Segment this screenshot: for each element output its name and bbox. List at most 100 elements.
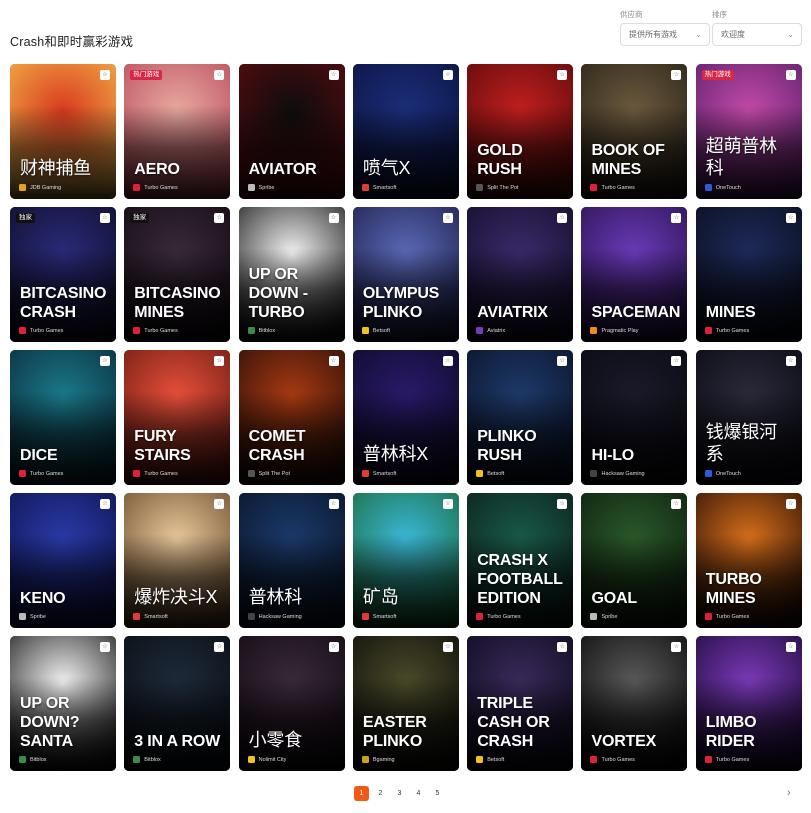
game-card[interactable]: ☆ FURY STAIRS Turbo Games (124, 350, 231, 485)
favorite-icon[interactable]: ☆ (671, 70, 682, 80)
game-card[interactable]: ☆ UP OR DOWN? SANTA Bitblox (10, 636, 116, 771)
bitblox-icon (247, 327, 255, 334)
game-card[interactable]: ☆ 矿岛 Smartsoft (352, 493, 459, 628)
provider-name: Betsoft (487, 470, 505, 477)
game-card[interactable]: ☆ TRIPLE CASH OR CRASH Betsoft (467, 636, 574, 771)
favorite-icon[interactable]: ☆ (671, 213, 682, 223)
favorite-icon[interactable]: ☆ (557, 499, 568, 509)
favorite-icon[interactable]: ☆ (214, 70, 225, 80)
favorite-icon[interactable]: ☆ (214, 642, 225, 652)
favorite-icon[interactable]: ☆ (328, 70, 339, 80)
smartsoft-icon (361, 613, 369, 620)
favorite-icon[interactable]: ☆ (442, 213, 453, 223)
game-card[interactable]: ☆ SPACEMAN Pragmatic Play (581, 207, 688, 342)
provider-name: Turbo Games (715, 327, 750, 334)
favorite-icon[interactable]: ☆ (785, 499, 796, 509)
page-button[interactable]: 3 (392, 786, 407, 801)
game-card[interactable]: ☆ EASTER PLINKO Bgaming (352, 636, 459, 771)
game-card[interactable]: ☆ DICE Turbo Games (10, 350, 116, 485)
game-card[interactable]: 独家 ☆ BITCASINO CRASH Turbo Games (10, 207, 116, 342)
game-card[interactable]: ☆ CRASH X FOOTBALL EDITION Turbo Games (467, 493, 574, 628)
game-card[interactable]: ☆ MINES Turbo Games (695, 207, 802, 342)
game-card[interactable]: ☆ 钱爆银河系 OneTouch (695, 350, 802, 485)
favorite-icon[interactable]: ☆ (671, 356, 682, 366)
game-badge: 独家 (130, 213, 150, 223)
game-card[interactable]: ☆ UP OR DOWN - TURBO Bitblox (238, 207, 345, 342)
favorite-icon[interactable]: ☆ (785, 70, 796, 80)
game-card[interactable]: ☆ GOAL Spribe (581, 493, 688, 628)
provider-name: Turbo Games (144, 327, 178, 334)
game-card[interactable]: ☆ BOOK OF MINES Turbo Games (581, 64, 688, 199)
favorite-icon[interactable]: ☆ (328, 213, 339, 223)
favorite-icon[interactable]: ☆ (442, 499, 453, 509)
game-provider: Split The Pot (476, 184, 519, 191)
favorite-icon[interactable]: ☆ (785, 642, 796, 652)
game-badge: 独家 (16, 213, 35, 223)
turbo-games-icon (133, 327, 141, 334)
game-card[interactable]: ☆ KENO Spribe (10, 493, 116, 628)
game-card[interactable]: ☆ 小零食 Nolimit City (238, 636, 345, 771)
game-title: EASTER PLINKO (362, 714, 427, 750)
page-button[interactable]: 4 (411, 786, 426, 801)
game-card[interactable]: ☆ AVIATOR Spribe (238, 64, 345, 199)
favorite-icon[interactable]: ☆ (328, 499, 339, 509)
provider-name: OneTouch (715, 470, 741, 477)
favorite-icon[interactable]: ☆ (671, 642, 682, 652)
favorite-icon[interactable]: ☆ (442, 70, 453, 80)
provider-name: Spribe (601, 613, 618, 620)
page-button[interactable]: 5 (430, 786, 445, 801)
game-provider: Betsoft (476, 756, 504, 763)
favorite-icon[interactable]: ☆ (328, 356, 339, 366)
game-card[interactable]: ☆ 喷气X Smartsoft (352, 64, 459, 199)
page-button[interactable]: 1 (354, 786, 369, 801)
game-card[interactable]: ☆ AVIATRIX Aviatrix (467, 207, 574, 342)
jdb-icon (19, 184, 26, 191)
page-button[interactable]: 2 (373, 786, 388, 801)
favorite-icon[interactable]: ☆ (557, 642, 568, 652)
game-card[interactable]: ☆ 财神捕鱼 JDB Gaming (10, 64, 116, 199)
game-provider: Hacksaw Gaming (247, 613, 302, 620)
game-card[interactable]: 热门游戏 ☆ AERO Turbo Games (124, 64, 231, 199)
provider-name: Turbo Games (715, 756, 750, 763)
provider-filter-select[interactable]: 提供所有游戏 ⌄ (620, 23, 710, 46)
favorite-icon[interactable]: ☆ (671, 499, 682, 509)
favorite-icon[interactable]: ☆ (785, 213, 796, 223)
game-card[interactable]: ☆ OLYMPUS PLINKO Betsoft (352, 207, 459, 342)
game-card[interactable]: ☆ VORTEX Turbo Games (581, 636, 688, 771)
favorite-icon[interactable]: ☆ (557, 213, 568, 223)
favorite-icon[interactable]: ☆ (100, 499, 110, 509)
favorite-icon[interactable]: ☆ (557, 70, 568, 80)
favorite-icon[interactable]: ☆ (214, 356, 225, 366)
game-card[interactable]: ☆ 普林科 Hacksaw Gaming (238, 493, 345, 628)
favorite-icon[interactable]: ☆ (100, 642, 110, 652)
game-card[interactable]: ☆ HI-LO Hacksaw Gaming (581, 350, 688, 485)
favorite-icon[interactable]: ☆ (100, 70, 110, 80)
favorite-icon[interactable]: ☆ (214, 499, 225, 509)
favorite-icon[interactable]: ☆ (100, 356, 110, 366)
provider-name: Smartsoft (372, 184, 397, 191)
game-card[interactable]: ☆ 3 IN A ROW Bitblox (124, 636, 231, 771)
favorite-icon[interactable]: ☆ (214, 213, 225, 223)
game-badge: 热门游戏 (701, 70, 734, 80)
chevron-right-icon[interactable]: › (787, 786, 791, 801)
sort-filter-select[interactable]: 欢迎度 ⌄ (712, 23, 802, 46)
favorite-icon[interactable]: ☆ (785, 356, 796, 366)
favorite-icon[interactable]: ☆ (442, 356, 453, 366)
favorite-icon[interactable]: ☆ (557, 356, 568, 366)
game-card[interactable]: ☆ PLINKO RUSH Betsoft (467, 350, 574, 485)
game-card[interactable]: 热门游戏 ☆ 超萌普林科 OneTouch (695, 64, 802, 199)
game-card[interactable]: ☆ COMET CRASH Split The Pot (238, 350, 345, 485)
provider-name: Aviatrix (487, 327, 506, 334)
game-card[interactable]: ☆ TURBO MINES Turbo Games (695, 493, 802, 628)
favorite-icon[interactable]: ☆ (100, 213, 110, 223)
split-the-pot-icon (476, 184, 484, 191)
betsoft-icon (476, 470, 484, 477)
favorite-icon[interactable]: ☆ (442, 642, 453, 652)
game-card[interactable]: ☆ 普林科X Smartsoft (352, 350, 459, 485)
game-card[interactable]: ☆ 爆炸决斗X Smartsoft (124, 493, 231, 628)
game-card[interactable]: ☆ GOLD RUSH Split The Pot (467, 64, 574, 199)
game-provider: Pragmatic Play (590, 327, 638, 334)
favorite-icon[interactable]: ☆ (328, 642, 339, 652)
game-card[interactable]: 独家 ☆ BITCASINO MINES Turbo Games (124, 207, 231, 342)
game-card[interactable]: ☆ LIMBO RIDER Turbo Games (695, 636, 802, 771)
